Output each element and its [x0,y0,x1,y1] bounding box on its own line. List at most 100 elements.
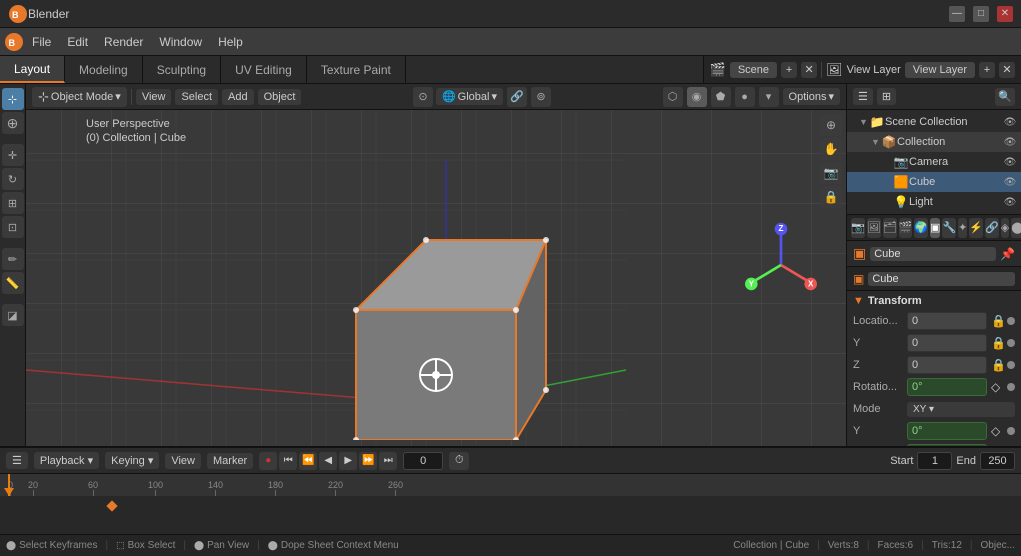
snap-icon[interactable]: 🔗 [507,87,527,107]
zoom-to-fit-btn[interactable]: ⊕ [820,114,842,136]
timeline-menu-btn[interactable]: ☰ [6,452,28,469]
marker-dropdown[interactable]: Marker [207,453,253,469]
prop-tab-object[interactable]: ▣ [930,218,940,238]
prop-tab-view-layer[interactable]: 🗂 [883,218,897,238]
transform-orientation-dropdown[interactable]: 🌐 Global ▾ [436,88,503,105]
tool-measure[interactable]: 📏 [2,272,24,294]
keyframe-marker[interactable] [106,500,117,511]
tab-texture-paint[interactable]: Texture Paint [307,56,406,83]
prop-tab-constraints[interactable]: 🔗 [985,218,999,238]
viewlayer-add-button[interactable]: + [979,62,995,78]
prop-tab-data[interactable]: ◈ [1001,218,1009,238]
3d-viewport[interactable]: User Perspective (0) Collection | Cube Z… [26,110,846,446]
prop-tab-render[interactable]: 📷 [851,218,865,238]
view-menu[interactable]: View [136,89,172,105]
scene-collection-vis-icon[interactable]: 👁 [1003,115,1017,129]
scene-dropdown[interactable]: Scene [730,62,777,78]
object-menu[interactable]: Object [258,89,302,105]
tool-move[interactable]: ✛ [2,144,24,166]
pan-btn[interactable]: ✋ [820,138,842,160]
camera-vis-icon[interactable]: 👁 [1003,155,1017,169]
location-z-input[interactable]: 0 [907,356,987,374]
location-x-input[interactable]: 0 [907,312,987,330]
menu-window[interactable]: Window [151,32,210,52]
tool-annotate[interactable]: ✏ [2,248,24,270]
tree-camera[interactable]: 📷 Camera 👁 [847,152,1021,172]
viewlayer-dropdown[interactable]: View Layer [905,62,975,78]
tab-layout[interactable]: Layout [0,56,65,83]
data-name[interactable]: Cube [868,272,1015,286]
next-keyframe-btn[interactable]: ⏩ [359,452,377,470]
view-dropdown[interactable]: View [165,453,201,469]
keying-dropdown[interactable]: Keying ▾ [105,452,159,469]
prop-tab-scene[interactable]: 🎬 [899,218,913,238]
transform-header[interactable]: ▼ Transform [853,295,1015,307]
start-frame-input[interactable]: 1 [917,452,952,470]
outliner-display-btn[interactable]: ⊞ [877,88,896,105]
frame-type-btn[interactable]: ⏱ [449,452,469,470]
prev-frame-btn[interactable]: ◀ [319,452,337,470]
viewport-shading-rendered[interactable]: ● [735,87,755,107]
current-frame-display[interactable]: 0 [403,452,443,470]
end-frame-input[interactable]: 250 [980,452,1015,470]
mode-dropdown[interactable]: ⊹ Object Mode ▾ [32,87,127,107]
cube-vis-icon[interactable]: 👁 [1003,175,1017,189]
viewlayer-remove-button[interactable]: ✕ [999,62,1015,78]
tool-scale[interactable]: ⊞ [2,192,24,214]
proportional-edit-btn[interactable]: ⊚ [531,87,551,107]
collection-vis-icon[interactable]: 👁 [1003,135,1017,149]
camera-btn[interactable]: 📷 [820,162,842,184]
tree-scene-collection[interactable]: ▼ 📁 Scene Collection 👁 [847,112,1021,132]
object-name[interactable]: Cube [870,247,996,261]
menu-render[interactable]: Render [96,32,151,52]
menu-help[interactable]: Help [210,32,251,52]
light-vis-icon[interactable]: 👁 [1003,195,1017,209]
location-y-input[interactable]: 0 [907,334,987,352]
prop-tab-material[interactable]: ⬤ [1011,218,1021,238]
prop-tab-modifier[interactable]: 🔧 [942,218,956,238]
select-menu[interactable]: Select [175,89,218,105]
tab-modeling[interactable]: Modeling [65,56,143,83]
playback-dropdown[interactable]: Playback ▾ [34,452,99,469]
axis-gizmo[interactable]: Z X Y [736,220,826,310]
viewport-shading-solid[interactable]: ◉ [687,87,707,107]
minimize-button[interactable]: — [949,6,965,22]
rotation-x-input[interactable]: 0° [907,378,987,396]
menu-edit[interactable]: Edit [59,32,96,52]
prop-tab-world[interactable]: 🌍 [914,218,928,238]
prop-tab-particles[interactable]: ✦ [958,218,967,238]
tab-uv-editing[interactable]: UV Editing [221,56,307,83]
rotation-y-input[interactable]: 0° [907,422,987,440]
play-btn[interactable]: ▶ [339,452,357,470]
add-menu[interactable]: Add [222,89,254,105]
timeline-tracks[interactable] [0,496,1021,534]
outliner-search-btn[interactable]: 🔍 [995,88,1015,106]
tree-arrow-scene[interactable]: ▼ [859,117,869,127]
lock-camera-btn[interactable]: 🔒 [820,186,842,208]
tree-cube[interactable]: 🟧 Cube 👁 [847,172,1021,192]
tool-transform[interactable]: ⊡ [2,216,24,238]
options-dropdown[interactable]: Options ▾ [783,88,840,105]
jump-start-btn[interactable]: ⏮ [279,452,297,470]
pin-icon[interactable]: 📌 [1000,247,1015,261]
prev-keyframe-btn[interactable]: ⏪ [299,452,317,470]
tab-sculpting[interactable]: Sculpting [143,56,221,83]
tree-light[interactable]: 💡 Light 👁 [847,192,1021,212]
prop-tab-physics[interactable]: ⚡ [969,218,983,238]
rotation-z-input[interactable]: 0° [907,444,987,446]
close-button[interactable]: ✕ [997,6,1013,22]
record-btn[interactable]: ● [259,452,277,470]
scene-remove-button[interactable]: ✕ [801,62,817,78]
scene-add-button[interactable]: + [781,62,797,78]
viewport-shading-wire[interactable]: ⬡ [663,87,683,107]
tool-select[interactable]: ⊹ [2,88,24,110]
transform-pivot-btn[interactable]: ⊙ [413,87,433,107]
rotation-mode-dropdown[interactable]: XY ▾ [907,402,1015,417]
tree-collection[interactable]: ▼ 📦 Collection 👁 [847,132,1021,152]
tree-arrow-collection[interactable]: ▼ [871,137,881,147]
viewport-options-btn[interactable]: ▾ [759,87,779,107]
tool-cursor[interactable]: ⊕ [2,112,24,134]
jump-end-btn[interactable]: ⏭ [379,452,397,470]
prop-tab-output[interactable]: 🖼 [867,218,881,238]
viewport-shading-material[interactable]: ⬟ [711,87,731,107]
